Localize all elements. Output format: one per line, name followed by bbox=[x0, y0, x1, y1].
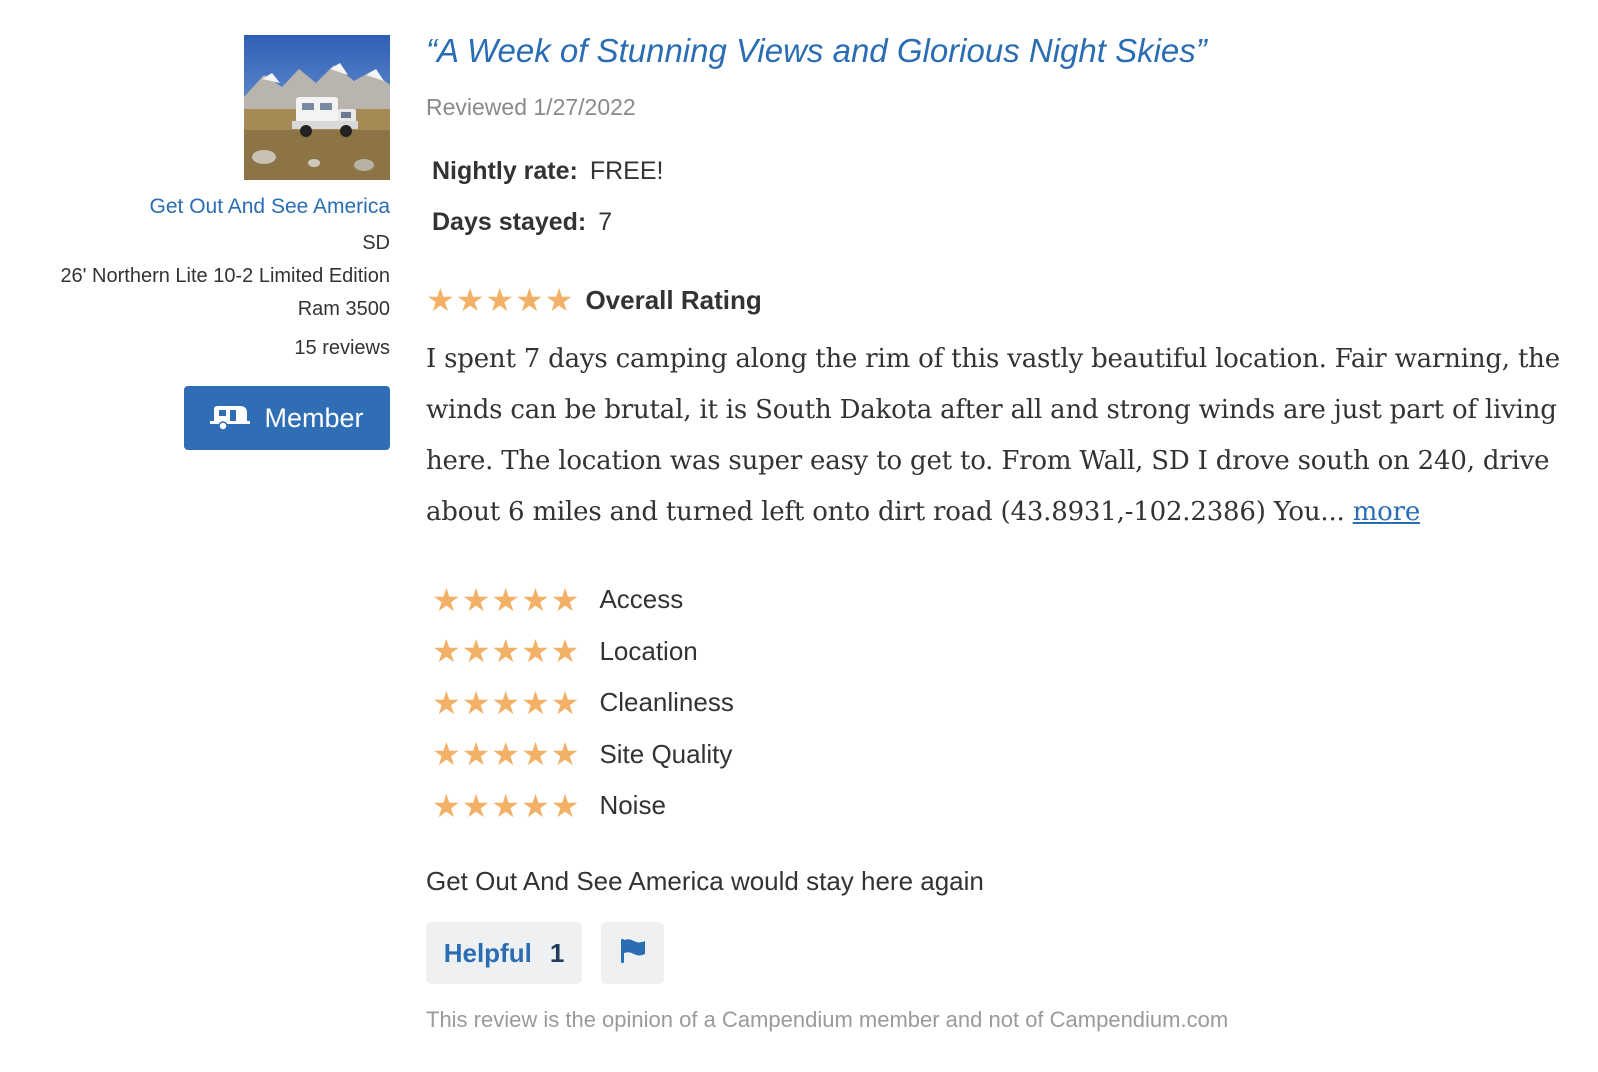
star-icon: ★ bbox=[544, 282, 574, 318]
star-icon: ★ bbox=[521, 581, 550, 618]
sub-rating-label: Site Quality bbox=[599, 738, 733, 769]
trailer-icon bbox=[210, 405, 251, 431]
star-icon: ★ bbox=[550, 787, 580, 824]
star-icon: ★ bbox=[432, 581, 461, 618]
member-badge-button[interactable]: Member bbox=[184, 386, 390, 450]
nightly-rate-value: FREE! bbox=[589, 157, 664, 185]
star-icon: ★ bbox=[521, 736, 550, 773]
star-icon: ★ bbox=[432, 736, 461, 773]
star-icon: ★ bbox=[432, 684, 461, 721]
star-icon: ★ bbox=[485, 282, 515, 318]
star-icon: ★ bbox=[455, 282, 485, 318]
sub-rating-stars: ★ ★ ★ ★ ★ bbox=[432, 687, 579, 719]
star-icon: ★ bbox=[491, 736, 521, 773]
star-icon: ★ bbox=[426, 282, 455, 318]
nightly-rate-label: Nightly rate: bbox=[432, 157, 578, 185]
reviewer-rig: 26' Northern Lite 10-2 Limited Edition bbox=[60, 265, 390, 287]
star-icon: ★ bbox=[491, 633, 521, 670]
reviewer-state: SD bbox=[362, 232, 390, 254]
review-date: Reviewed 1/27/2022 bbox=[426, 94, 636, 120]
overall-rating: ★ ★ ★ ★ ★ Overall Rating bbox=[426, 284, 762, 316]
sub-rating-row: ★ ★ ★ ★ ★ Access bbox=[432, 574, 734, 626]
sub-ratings-list: ★ ★ ★ ★ ★ Access ★ ★ ★ ★ ★ Location ★ ★ ★ ★ ★ Cleanliness… bbox=[432, 574, 734, 832]
star-icon: ★ bbox=[432, 787, 461, 824]
sub-rating-row: ★ ★ ★ ★ ★ Site Quality bbox=[432, 729, 734, 781]
star-icon: ★ bbox=[521, 633, 550, 670]
sub-rating-label: Noise bbox=[599, 790, 666, 821]
reviewer-tow-vehicle: Ram 3500 bbox=[297, 298, 390, 320]
reviewer-review-count[interactable]: 15 reviews bbox=[294, 337, 390, 360]
star-icon: ★ bbox=[491, 787, 521, 824]
overall-rating-label: Overall Rating bbox=[585, 284, 762, 315]
star-icon: ★ bbox=[550, 684, 580, 721]
days-stayed-row: Days stayed: 7 bbox=[432, 208, 612, 237]
sub-rating-stars: ★ ★ ★ ★ ★ bbox=[432, 584, 579, 616]
days-stayed-value: 7 bbox=[598, 208, 613, 236]
star-icon: ★ bbox=[491, 581, 521, 618]
stay-again-note: Get Out And See America would stay here … bbox=[426, 866, 984, 896]
sub-rating-row: ★ ★ ★ ★ ★ Cleanliness bbox=[432, 677, 734, 729]
star-icon: ★ bbox=[461, 633, 491, 670]
nightly-rate-row: Nightly rate: FREE! bbox=[432, 157, 663, 186]
flag-icon bbox=[619, 938, 647, 969]
star-icon: ★ bbox=[491, 684, 521, 721]
star-icon: ★ bbox=[461, 736, 491, 773]
helpful-button[interactable]: Helpful 1 bbox=[426, 922, 582, 984]
review-disclaimer: This review is the opinion of a Campendi… bbox=[426, 1007, 1229, 1032]
sub-rating-row: ★ ★ ★ ★ ★ Noise bbox=[432, 780, 734, 832]
star-icon: ★ bbox=[461, 581, 491, 618]
review-body: I spent 7 days camping along the rim of … bbox=[426, 334, 1576, 538]
overall-star-rating: ★ ★ ★ ★ ★ bbox=[426, 284, 573, 316]
more-link[interactable]: more bbox=[1353, 497, 1421, 527]
star-icon: ★ bbox=[521, 787, 550, 824]
reviewer-name-link[interactable]: Get Out And See America bbox=[150, 195, 390, 219]
helpful-count: 1 bbox=[549, 937, 565, 968]
star-icon: ★ bbox=[521, 684, 550, 721]
sub-rating-label: Cleanliness bbox=[599, 687, 734, 718]
star-icon: ★ bbox=[550, 633, 580, 670]
star-icon: ★ bbox=[432, 633, 461, 670]
sub-rating-row: ★ ★ ★ ★ ★ Location bbox=[432, 626, 734, 678]
sub-rating-stars: ★ ★ ★ ★ ★ bbox=[432, 790, 579, 822]
star-icon: ★ bbox=[550, 736, 580, 773]
sub-rating-label: Access bbox=[599, 584, 684, 615]
star-icon: ★ bbox=[461, 787, 491, 824]
days-stayed-label: Days stayed: bbox=[432, 208, 587, 236]
star-icon: ★ bbox=[550, 581, 580, 618]
helpful-label: Helpful bbox=[443, 937, 532, 968]
star-icon: ★ bbox=[515, 282, 544, 318]
member-badge-label: Member bbox=[264, 402, 364, 433]
star-icon: ★ bbox=[461, 684, 491, 721]
flag-button[interactable] bbox=[601, 922, 664, 984]
review-title: “A Week of Stunning Views and Glorious N… bbox=[426, 32, 1207, 69]
sub-rating-stars: ★ ★ ★ ★ ★ bbox=[432, 635, 579, 667]
sub-rating-label: Location bbox=[599, 635, 698, 666]
sub-rating-stars: ★ ★ ★ ★ ★ bbox=[432, 738, 579, 770]
reviewer-avatar[interactable] bbox=[244, 35, 390, 180]
